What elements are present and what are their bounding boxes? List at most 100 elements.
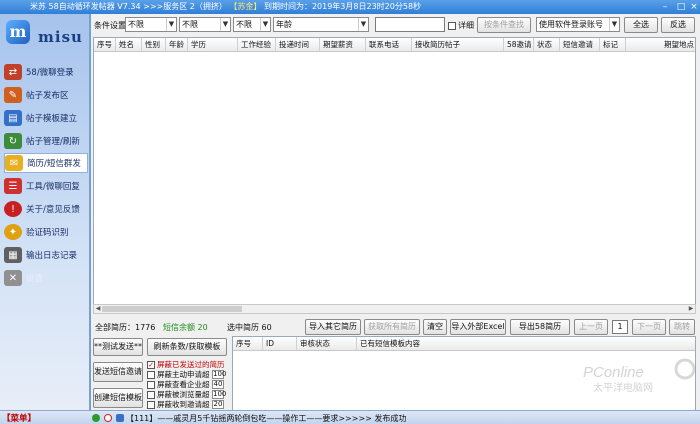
settings-icon[interactable] (116, 414, 124, 422)
column-header[interactable]: 联系电话 (366, 38, 412, 52)
chevron-down-icon: ▼ (358, 18, 368, 31)
sidebar-item-captcha[interactable]: ✦ 验证码识别 (4, 222, 88, 242)
sidebar-item-resume-sms[interactable]: ✉ 简历/短信群发 (4, 153, 88, 173)
checkbox-box[interactable] (147, 370, 155, 379)
checkbox-box[interactable] (147, 380, 155, 389)
scrollbar-thumb[interactable] (102, 306, 242, 312)
create-template-button[interactable]: 创建短信模板 (93, 388, 143, 408)
sidebar-item-about[interactable]: ! 关于/意见反馈 (4, 199, 88, 219)
option-invites-limit[interactable]: 屏蔽收到邀请超 (147, 400, 210, 409)
apply-limit-input[interactable]: 100 (212, 370, 226, 379)
filter-select-1[interactable]: 不限 ▼ (125, 17, 177, 32)
column-header[interactable]: ID (263, 337, 297, 351)
column-header[interactable]: 序号 (94, 38, 116, 52)
logo-text: misu (38, 28, 83, 46)
account-select[interactable]: 使用软件登录账号 ▼ (536, 17, 620, 32)
search-input[interactable] (375, 17, 445, 32)
filter-select-value: 不限 (128, 20, 144, 29)
close-x-icon: ✕ (4, 270, 22, 286)
next-page-button[interactable]: 下一页 (632, 319, 666, 335)
column-header[interactable]: 学历 (188, 38, 238, 52)
test-send-button[interactable]: **测试发送** (93, 338, 143, 356)
option-skip-sent[interactable]: ✓ 屏蔽已发送过的简历 (147, 360, 225, 369)
table-horizontal-scrollbar[interactable]: ◀ ▶ (93, 304, 696, 314)
send-sms-button[interactable]: 发送短信邀请 (93, 362, 143, 382)
login-icon: ⇄ (4, 64, 22, 80)
filter-search-button[interactable]: 按条件查找 (477, 17, 531, 33)
select-all-button[interactable]: 全选 (624, 17, 658, 33)
invert-selection-button[interactable]: 反选 (661, 17, 695, 33)
column-header[interactable]: 接收简历帖子 (412, 38, 504, 52)
get-all-resumes-button[interactable]: 获取所有简历 (364, 319, 420, 335)
watermark-sub: 太平洋电脑网 (593, 381, 653, 394)
import-other-button[interactable]: 导入其它简历 (305, 319, 361, 335)
pconline-watermark: PConline 太平洋电脑网 (583, 358, 695, 394)
column-header[interactable]: 姓名 (116, 38, 142, 52)
stop-icon[interactable] (104, 414, 112, 422)
scroll-left-icon[interactable]: ◀ (94, 305, 102, 313)
close-icon[interactable]: × (688, 1, 700, 13)
refresh-templates-button[interactable]: 刷新条数/获取模板 (147, 338, 227, 356)
sidebar: m misu ⇄ 58/微聊登录 ✎ 帖子发布区 ▤ 帖子模板建立 ↻ 帖子管理… (0, 14, 90, 410)
filter-select-age[interactable]: 年龄 ▼ (273, 17, 369, 32)
mail-icon: ✉ (5, 155, 23, 171)
chevron-down-icon: ▼ (166, 18, 176, 31)
bulb-icon: ✦ (4, 224, 22, 240)
log-icon: ▦ (4, 247, 22, 263)
sidebar-item-label: 关于/意见反馈 (26, 205, 80, 215)
sidebar-item-login[interactable]: ⇄ 58/微聊登录 (4, 62, 88, 82)
checkbox-box[interactable] (147, 400, 155, 409)
sidebar-item-post[interactable]: ✎ 帖子发布区 (4, 85, 88, 105)
prev-page-button[interactable]: 上一页 (574, 319, 608, 335)
column-header[interactable]: 状态 (534, 38, 560, 52)
column-header[interactable]: 已有短信模板内容 (357, 337, 695, 351)
page-number-input[interactable]: 1 (612, 320, 628, 334)
menu-button[interactable]: 【菜单】 (2, 412, 36, 424)
resume-table[interactable]: 序号 姓名 性别 年龄 学历 工作经验 投递时间 期望薪资 联系电话 接收简历帖… (93, 37, 696, 305)
filter-select-2[interactable]: 不限 ▼ (179, 17, 231, 32)
maximize-icon[interactable]: □ (674, 1, 688, 13)
title-bar: 米苏 58自动循环发帖器 V7.34 >>>服务区 2（拥挤） 【苏金】 到期时… (0, 0, 700, 14)
checkbox-box[interactable] (448, 21, 456, 30)
status-running-icon[interactable] (92, 414, 100, 422)
checkbox-box[interactable] (147, 390, 155, 399)
sidebar-item-settings[interactable]: ✕ 设置 (4, 268, 88, 288)
view-company-limit-input[interactable]: 40 (212, 380, 224, 389)
sidebar-item-label: 帖子模板建立 (26, 114, 78, 124)
logo-mark-icon: m (6, 20, 30, 44)
filter-select-3[interactable]: 不限 ▼ (233, 17, 271, 32)
option-view-company-limit[interactable]: 屏蔽查看企业超 (147, 380, 210, 389)
column-header[interactable]: 投递时间 (276, 38, 320, 52)
column-header[interactable]: 期望薪资 (320, 38, 366, 52)
import-excel-button[interactable]: 导入外部Excel (450, 319, 506, 335)
detail-checkbox[interactable]: 详细 (448, 20, 474, 31)
scroll-right-icon[interactable]: ▶ (687, 305, 695, 313)
sidebar-item-label: 58/微聊登录 (26, 68, 74, 78)
option-views-limit[interactable]: 屏蔽被浏览量超 (147, 390, 210, 399)
jump-button[interactable]: 跳转 (669, 319, 695, 335)
column-header[interactable]: 58邀请 (504, 38, 534, 52)
column-header[interactable]: 性别 (142, 38, 166, 52)
sms-template-table[interactable]: 序号 ID 审核状态 已有短信模板内容 PConline 太平洋电脑网 (232, 336, 696, 420)
invites-limit-input[interactable]: 20 (212, 400, 224, 409)
stats-row: 全部简历：1776 短信余额 20 选中简历 60 导入其它简历 获取所有简历 … (91, 316, 700, 336)
views-limit-input[interactable]: 100 (212, 390, 226, 399)
sidebar-item-label: 输出日志记录 (26, 251, 78, 261)
info-icon: ! (4, 201, 22, 217)
option-apply-limit[interactable]: 屏蔽主动申请超 (147, 370, 210, 379)
column-header[interactable]: 审核状态 (297, 337, 357, 351)
checkbox-checked-icon[interactable]: ✓ (147, 360, 155, 369)
sidebar-item-log[interactable]: ▦ 输出日志记录 (4, 245, 88, 265)
sidebar-item-template[interactable]: ▤ 帖子模板建立 (4, 108, 88, 128)
column-header[interactable]: 工作经验 (238, 38, 276, 52)
column-header[interactable]: 标记 (600, 38, 626, 52)
export-58-button[interactable]: 导出58简历 (510, 319, 570, 335)
sidebar-item-manage[interactable]: ↻ 帖子管理/刷新 (4, 131, 88, 151)
clear-button[interactable]: 清空 (423, 319, 447, 335)
column-header[interactable]: 序号 (233, 337, 263, 351)
column-header[interactable]: 期望地点 (626, 38, 695, 52)
column-header[interactable]: 年龄 (166, 38, 188, 52)
minimize-icon[interactable]: – (658, 1, 672, 13)
sidebar-item-tools[interactable]: ☰ 工具/微聊回复 (4, 176, 88, 196)
column-header[interactable]: 短信邀请 (560, 38, 600, 52)
